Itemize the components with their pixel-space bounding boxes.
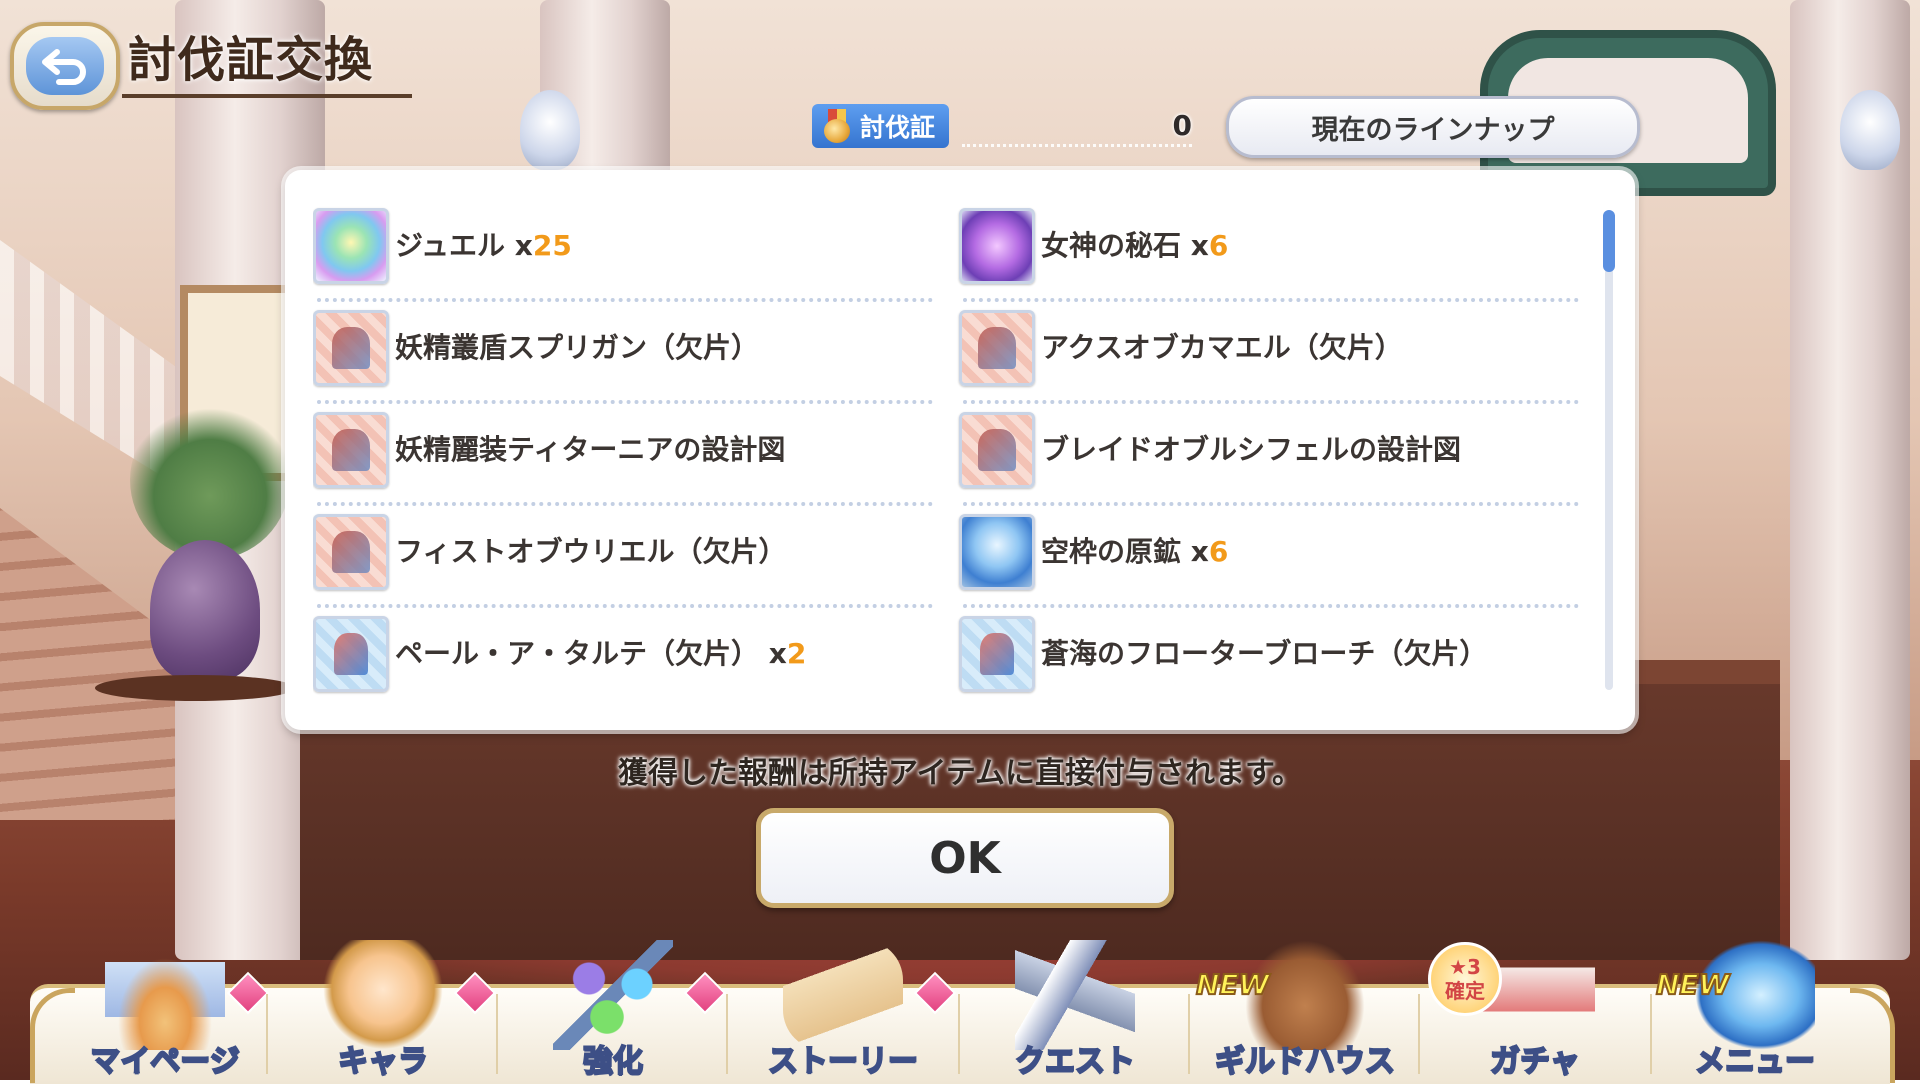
nav-label: クエスト — [1014, 1043, 1136, 1080]
list-item[interactable]: ブレイドオブルシフェルの設計図 — [959, 404, 1579, 506]
item-qty: 25 — [532, 229, 572, 262]
item-qty: 6 — [1208, 535, 1229, 568]
list-item[interactable]: アクスオブカマエル（欠片） — [959, 302, 1579, 404]
background-lamp — [520, 90, 580, 170]
back-button[interactable] — [10, 22, 120, 110]
nav-separator — [496, 994, 498, 1074]
ok-button[interactable]: OK — [756, 808, 1174, 908]
item-name: 空枠の原鉱 — [1041, 535, 1182, 568]
currency-label: 討伐証 — [860, 113, 936, 142]
nav-separator — [1650, 994, 1652, 1074]
item-qty-prefix: x — [514, 229, 533, 262]
jewel-icon — [313, 208, 389, 284]
gacha-badge-text: 確定 — [1445, 979, 1485, 1003]
scroll-icon — [783, 940, 903, 1050]
item-name: ブレイドオブルシフェルの設計図 — [1041, 433, 1462, 466]
background-lamp — [1840, 90, 1900, 170]
item-name: 妖精叢盾スプリガン（欠片） — [395, 331, 760, 364]
exchange-list-panel: ジュエル x25 女神の秘石 x6 妖精叢盾スプリガン（欠片） アクスオブカマエ… — [285, 170, 1635, 730]
list-item[interactable]: 妖精叢盾スプリガン（欠片） — [313, 302, 933, 404]
nav-item-menu[interactable]: メニュー — [1640, 940, 1870, 1080]
enhance-icon — [553, 940, 673, 1050]
nav-separator — [266, 994, 268, 1074]
background-vase — [150, 540, 260, 680]
ore-icon — [959, 514, 1035, 590]
nav-item-quest[interactable]: クエスト — [960, 940, 1190, 1080]
nav-item-chara[interactable]: キャラ — [268, 940, 498, 1080]
castle-icon — [105, 940, 225, 1050]
equipment-fragment-icon — [959, 616, 1035, 692]
exchange-list[interactable]: ジュエル x25 女神の秘石 x6 妖精叢盾スプリガン（欠片） アクスオブカマエ… — [313, 200, 1603, 700]
list-item[interactable]: 空枠の原鉱 x6 — [959, 506, 1579, 608]
item-qty: 2 — [786, 637, 807, 670]
gacha-badge-stars: ★3 — [1449, 955, 1481, 979]
item-qty-prefix: x — [768, 637, 787, 670]
medal-icon — [822, 109, 852, 143]
list-item[interactable]: ジュエル x25 — [313, 200, 933, 302]
item-qty-prefix: x — [1190, 535, 1209, 568]
nav-label: 強化 — [582, 1043, 644, 1080]
list-item[interactable]: 蒼海のフローターブローチ（欠片） — [959, 608, 1579, 700]
page-title: 討伐証交換 — [128, 32, 374, 88]
item-qty: 6 — [1208, 229, 1229, 262]
nav-item-enhance[interactable]: 強化 — [498, 940, 728, 1080]
nav-item-story[interactable]: ストーリー — [728, 940, 958, 1080]
item-name: アクスオブカマエル（欠片） — [1041, 331, 1403, 364]
item-qty-prefix: x — [1190, 229, 1209, 262]
currency-display: 討伐証 0 — [812, 104, 1198, 148]
item-name: ジュエル — [395, 229, 506, 262]
currency-count: 0 — [1172, 109, 1192, 142]
currency-dotted-line — [962, 144, 1192, 147]
list-item[interactable]: ペール・ア・タルテ（欠片） x2 — [313, 608, 933, 700]
nav-label: ストーリー — [767, 1043, 919, 1080]
current-lineup-button[interactable]: 現在のラインナップ — [1226, 96, 1640, 158]
reward-notice: 獲得した報酬は所持アイテムに直接付与されます。 — [618, 756, 1302, 791]
background-table — [95, 675, 295, 701]
list-item[interactable]: フィストオブウリエル（欠片） — [313, 506, 933, 608]
item-name: 妖精麗装ティターニアの設計図 — [395, 433, 786, 466]
nav-label: メニュー — [1694, 1043, 1816, 1080]
nav-label: ガチャ — [1489, 1043, 1581, 1080]
list-scrollbar[interactable] — [1603, 210, 1615, 690]
new-badge: NEW — [1195, 967, 1270, 1002]
item-name: フィストオブウリエル（欠片） — [395, 535, 787, 568]
list-item[interactable]: 妖精麗装ティターニアの設計図 — [313, 404, 933, 506]
currency-badge: 討伐証 — [812, 104, 950, 148]
new-badge: NEW — [1655, 967, 1730, 1002]
scrollbar-thumb[interactable] — [1603, 210, 1615, 272]
blueprint-icon — [959, 412, 1035, 488]
equipment-fragment-icon — [313, 616, 389, 692]
gacha-guarantee-badge: ★3 確定 — [1428, 942, 1502, 1016]
nav-separator — [1188, 994, 1190, 1074]
goddess-stone-icon — [959, 208, 1035, 284]
nav-label: マイページ — [89, 1043, 240, 1080]
nav-separator — [726, 994, 728, 1074]
character-icon — [323, 940, 443, 1050]
back-arrow-icon — [26, 37, 104, 95]
blueprint-icon — [313, 412, 389, 488]
item-name: 女神の秘石 — [1041, 229, 1182, 262]
sword-flag-icon — [1015, 940, 1135, 1050]
nav-item-guildhouse[interactable]: ギルドハウス — [1190, 940, 1420, 1080]
equipment-fragment-icon — [959, 310, 1035, 386]
equipment-fragment-icon — [313, 514, 389, 590]
nav-label: キャラ — [337, 1043, 429, 1080]
equipment-fragment-icon — [313, 310, 389, 386]
item-name: ペール・ア・タルテ（欠片） — [395, 637, 760, 670]
nav-separator — [1418, 994, 1420, 1074]
background-plant — [130, 400, 290, 560]
item-name: 蒼海のフローターブローチ（欠片） — [1041, 637, 1488, 670]
list-item[interactable]: 女神の秘石 x6 — [959, 200, 1579, 302]
nav-label: ギルドハウス — [1214, 1043, 1396, 1080]
title-underline — [122, 94, 412, 98]
nav-separator — [958, 994, 960, 1074]
